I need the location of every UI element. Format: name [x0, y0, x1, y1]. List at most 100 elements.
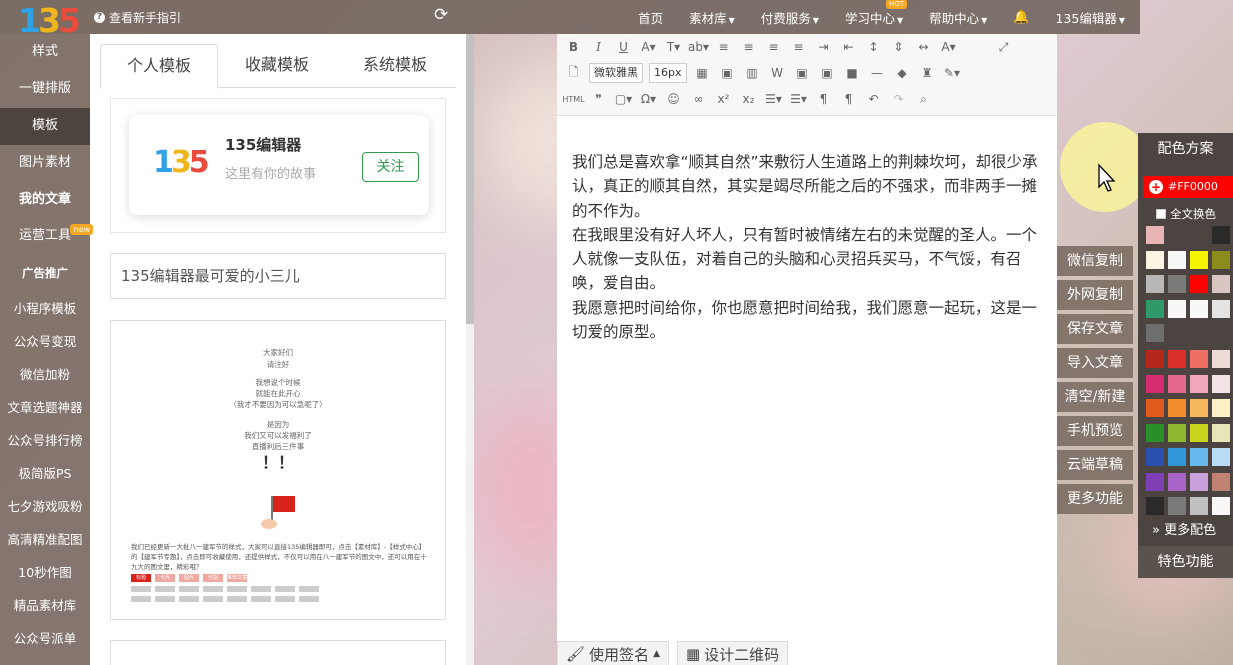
color-swatch[interactable] — [1190, 448, 1208, 466]
color-swatch[interactable] — [1168, 472, 1186, 491]
color-swatch[interactable] — [1212, 423, 1230, 442]
magic-icon[interactable]: ✎▾ — [940, 66, 965, 80]
color-swatch[interactable] — [1190, 350, 1208, 368]
insert-image-icon[interactable]: ▣ — [815, 66, 840, 80]
sidebar-ad-link[interactable]: 公众号变现 — [0, 325, 90, 358]
quote-icon[interactable]: ❞ — [586, 92, 611, 106]
unordered-list-icon[interactable]: ☰▾ — [786, 92, 811, 106]
current-color[interactable]: + #FF0000 — [1143, 176, 1233, 198]
color-swatch[interactable] — [1190, 250, 1208, 269]
logo[interactable]: 135 — [18, 2, 81, 40]
color-swatch[interactable] — [1146, 350, 1164, 368]
sidebar-item-ops-tools[interactable]: 运营工具 new — [0, 218, 93, 255]
superscript-icon[interactable]: x² — [711, 92, 736, 106]
sidebar-item-my-articles[interactable]: 我的文章 — [0, 182, 90, 219]
action-button[interactable]: 导入文章 — [1057, 348, 1133, 378]
sidebar-ad-link[interactable]: 公众号派单 — [0, 622, 90, 655]
color-swatch[interactable] — [1190, 399, 1208, 417]
subscript-icon[interactable]: x₂ — [736, 92, 761, 106]
sidebar-item-templates[interactable]: 模板 — [0, 107, 90, 145]
color-swatch[interactable] — [1168, 324, 1186, 342]
action-button[interactable]: 外网复制 — [1057, 280, 1133, 310]
sidebar-ad-link[interactable]: 10秒作图 — [0, 556, 90, 589]
tab-personal[interactable]: 个人模板 — [100, 44, 218, 89]
color-swatch[interactable] — [1212, 497, 1230, 515]
color-swatch[interactable] — [1190, 275, 1208, 293]
action-button[interactable]: 保存文章 — [1057, 314, 1133, 344]
color-swatch[interactable] — [1146, 275, 1164, 293]
color-swatch[interactable] — [1146, 497, 1164, 515]
omega-icon[interactable]: Ω▾ — [636, 92, 661, 106]
color-swatch[interactable] — [1190, 472, 1208, 491]
undo-icon[interactable]: ↶ — [861, 92, 886, 106]
color-swatch[interactable] — [1212, 448, 1230, 466]
action-button[interactable]: 云端草稿 — [1057, 450, 1133, 480]
color-swatch[interactable] — [1146, 423, 1164, 442]
sidebar-ad-link[interactable]: 小程序模板 — [0, 292, 90, 325]
color-swatch[interactable] — [1212, 399, 1230, 417]
action-button[interactable]: 清空/新建 — [1057, 382, 1133, 412]
line-height-icon[interactable]: ↕ — [861, 40, 886, 54]
full-text-color-toggle[interactable]: 全文换色 — [1156, 206, 1216, 222]
nav-item[interactable]: 付费服务 ▼ — [761, 8, 819, 27]
new-doc-icon[interactable]: 🗋 — [561, 63, 586, 84]
color-swatch[interactable] — [1190, 226, 1208, 244]
follow-button[interactable]: 关注 — [362, 152, 419, 182]
signature-button[interactable]: 🖌 使用签名 ▲ — [557, 641, 669, 665]
color-swatch[interactable] — [1212, 472, 1230, 491]
underline-icon[interactable]: U — [611, 40, 636, 54]
video-icon[interactable]: ■ — [840, 66, 865, 80]
word-import-icon[interactable]: W — [765, 66, 790, 80]
outdent-icon[interactable]: ⇤ — [836, 40, 861, 54]
nav-item[interactable]: 帮助中心 ▼ — [929, 8, 987, 27]
color-swatch[interactable] — [1168, 226, 1186, 244]
color-swatch[interactable] — [1146, 374, 1164, 393]
bold-icon[interactable]: B — [561, 40, 586, 54]
action-button[interactable]: 微信复制 — [1057, 246, 1133, 276]
template-preview-2[interactable] — [110, 640, 446, 665]
color-swatch[interactable] — [1168, 275, 1186, 293]
indent-icon[interactable]: ⇥ — [811, 40, 836, 54]
font-size-icon[interactable]: A▾ — [936, 40, 961, 54]
paragraph-spacing-icon[interactable]: ⇕ — [886, 40, 911, 54]
template-preview[interactable]: 大家好们 请注好 我想说个时候 就能在此开心 （我才不要因为可以急呢了） 是因为 我们又可以… — [110, 320, 446, 620]
align-justify-icon[interactable]: ≡ — [786, 40, 811, 54]
text-style-icon[interactable]: T▾ — [661, 40, 686, 54]
table-icon[interactable]: ▦ — [690, 66, 715, 80]
html-icon[interactable]: HTML — [561, 95, 586, 104]
color-swatch[interactable] — [1146, 250, 1164, 269]
color-swatch[interactable] — [1146, 448, 1164, 466]
nav-item[interactable]: 学习中心 ▼ HOT — [845, 0, 908, 27]
eraser-icon[interactable]: ◆ — [890, 66, 915, 80]
color-swatch[interactable] — [1146, 324, 1164, 342]
fullscreen-icon[interactable]: ⤢ — [991, 40, 1016, 55]
color-swatch[interactable] — [1168, 399, 1186, 417]
color-swatch[interactable] — [1212, 299, 1230, 318]
color-swatch[interactable] — [1146, 472, 1164, 491]
action-button[interactable]: 更多功能 — [1057, 484, 1133, 514]
font-color-icon[interactable]: A▾ — [636, 40, 661, 54]
sidebar-item-images[interactable]: 图片素材 — [0, 145, 90, 182]
ltr-icon[interactable]: ¶ — [811, 92, 836, 106]
more-colors-link[interactable]: » 更多配色 — [1152, 519, 1216, 538]
nav-item[interactable]: 素材库 ▼ — [689, 8, 735, 27]
color-swatch[interactable] — [1190, 299, 1208, 318]
color-swatch[interactable] — [1168, 423, 1186, 442]
color-swatch[interactable] — [1212, 226, 1230, 244]
sidebar-ad-link[interactable]: 公众号排行榜 — [0, 424, 90, 457]
font-size-select[interactable]: 16px — [649, 63, 687, 83]
nav-item[interactable]: 135编辑器 ▼ — [1055, 8, 1125, 27]
color-swatch[interactable] — [1212, 374, 1230, 393]
color-swatch[interactable] — [1190, 374, 1208, 393]
action-button[interactable]: 手机预览 — [1057, 416, 1133, 446]
color-swatch[interactable] — [1146, 399, 1164, 417]
tab-favorites[interactable]: 收藏模板 — [218, 44, 336, 87]
editor-content[interactable]: 我们总是喜欢拿“顺其自然”来敷衍人生道路上的荆棘坎坷，却很少承认，真正的顺其自然… — [572, 150, 1042, 344]
align-right-icon[interactable]: ≡ — [761, 40, 786, 54]
color-swatch[interactable] — [1168, 299, 1186, 318]
color-swatch[interactable] — [1212, 250, 1230, 269]
special-features-button[interactable]: 特色功能 — [1138, 546, 1233, 578]
image-icon[interactable]: ▣ — [715, 66, 740, 80]
sidebar-ad-link[interactable]: 微信加粉 — [0, 358, 90, 391]
search-replace-icon[interactable]: ⌕ — [911, 92, 936, 107]
